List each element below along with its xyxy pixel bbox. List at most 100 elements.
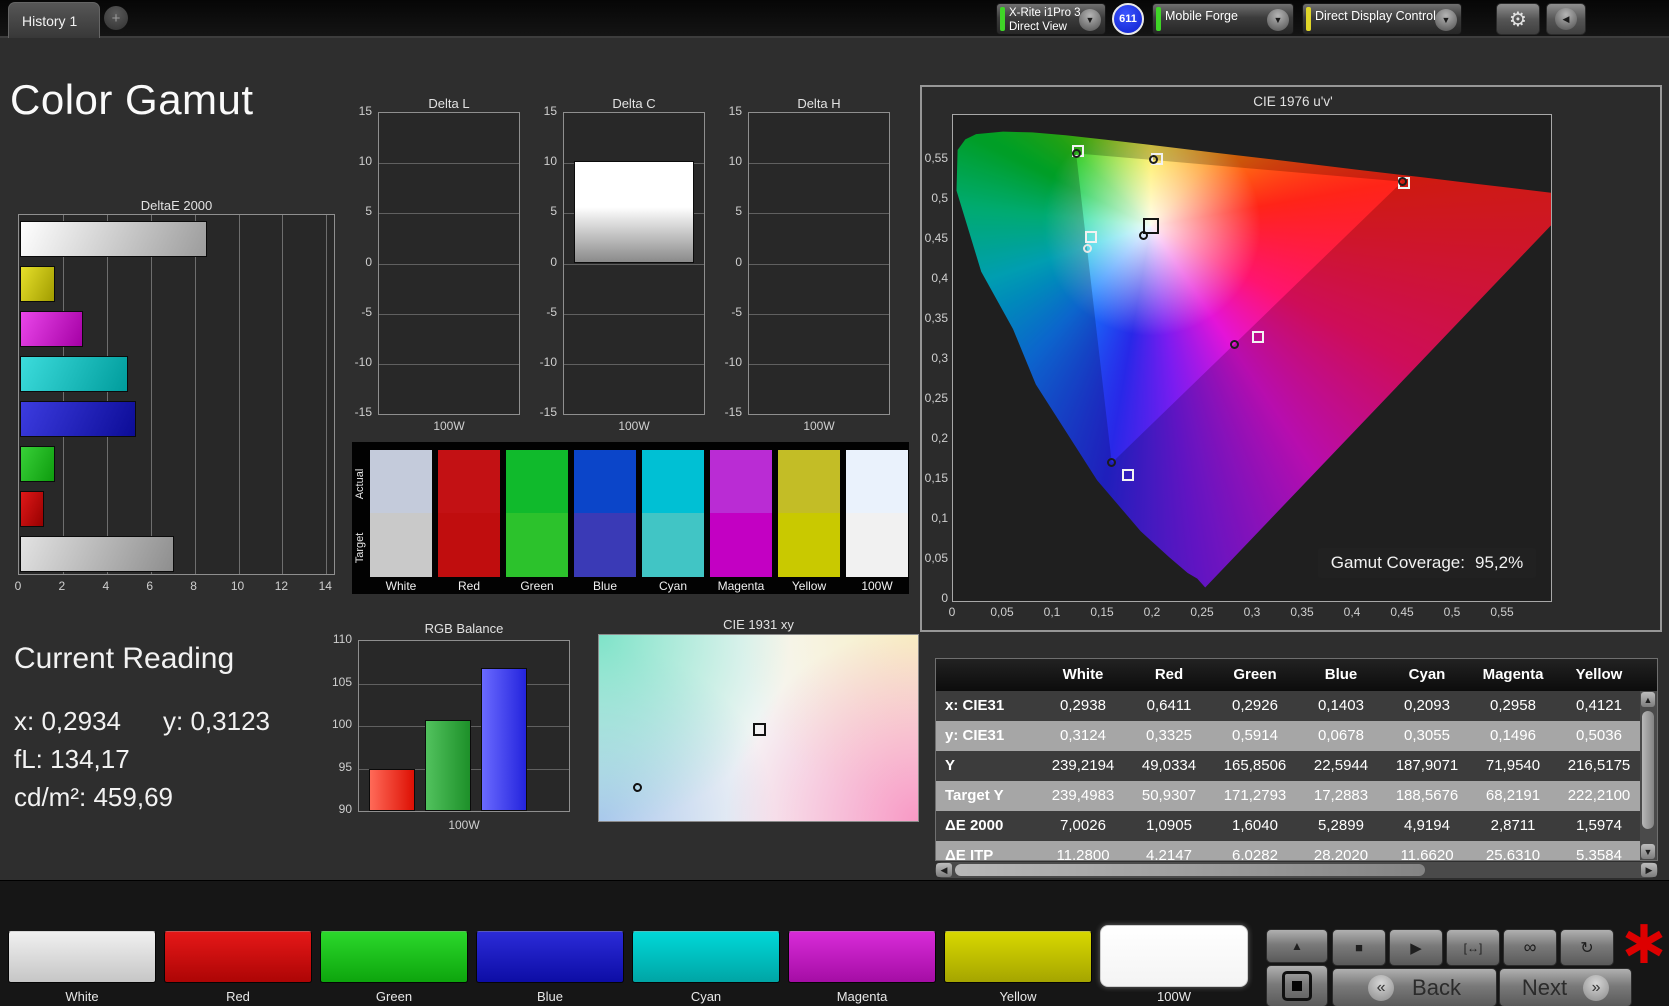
y-value: 0,3123 <box>190 706 270 736</box>
table-cell: 28,2020 <box>1298 841 1384 861</box>
next-button-label: Next <box>1522 975 1567 1001</box>
chevron-down-icon[interactable]: ▼ <box>1267 9 1289 31</box>
patch-button-magenta[interactable] <box>788 931 936 983</box>
deltae2000-chart-title: DeltaE 2000 <box>18 198 335 213</box>
deltae-gridline <box>326 215 327 574</box>
column-header-green: Green <box>1212 659 1298 691</box>
double-chevron-right-icon: » <box>1583 975 1609 1001</box>
add-tab-button[interactable]: + <box>104 6 128 30</box>
delta-x-label: 100W <box>563 419 705 433</box>
target-row-label: Target <box>354 520 366 576</box>
cie-x-tick: 0,35 <box>1282 605 1322 619</box>
table-cell: 71,9540 <box>1470 751 1556 781</box>
delta-gridline <box>564 364 704 365</box>
cie-y-tick: 0,05 <box>922 551 948 565</box>
table-cell: 0,3055 <box>1384 721 1470 751</box>
table-cell: 1,5974 <box>1556 811 1642 841</box>
table-cell: 0,3124 <box>1040 721 1126 751</box>
delta-gridline <box>749 364 889 365</box>
table-cell: 0,5914 <box>1212 721 1298 751</box>
delta-y-tick: -15 <box>706 405 742 419</box>
current-reading-y: y: 0,3123 <box>163 706 270 737</box>
interval-button[interactable]: [↔] <box>1446 929 1500 966</box>
continuous-read-button[interactable]: ∞ <box>1503 929 1557 966</box>
settings-gear-button[interactable]: ⚙ <box>1496 3 1540 35</box>
deltae-bar-blue <box>20 401 136 437</box>
row-label: Target Y <box>936 781 1040 811</box>
horizontal-scroll-thumb[interactable] <box>955 864 1425 876</box>
fl-value: 134,17 <box>50 744 130 774</box>
table-cell: 0,3325 <box>1126 721 1212 751</box>
scroll-right-button[interactable]: ▶ <box>1641 863 1657 877</box>
delta-y-tick: -10 <box>336 355 372 369</box>
chevron-down-icon[interactable]: ▼ <box>1435 9 1457 31</box>
cie-x-tick: 0,4 <box>1332 605 1372 619</box>
collapse-panel-button[interactable]: ◀ <box>1546 3 1586 35</box>
measurement-table: WhiteRedGreenBlueCyanMagentaYellowx: CIE… <box>935 658 1658 861</box>
table-vertical-scrollbar[interactable]: ▲▼ <box>1640 691 1657 860</box>
deltae-gridline <box>282 215 283 574</box>
scroll-down-button[interactable]: ▼ <box>1641 844 1655 859</box>
workflow-dropdown[interactable]: Direct Display Control ▼ <box>1302 3 1462 35</box>
target-swatch-white <box>370 513 432 577</box>
stop-button[interactable]: ■ <box>1332 929 1386 966</box>
cie-y-tick: 0,45 <box>922 231 948 245</box>
delta-y-tick: 15 <box>706 104 742 118</box>
next-button[interactable]: Next » <box>1499 968 1632 1006</box>
delta-y-tick: 0 <box>521 255 557 269</box>
window-size-button[interactable] <box>1266 965 1328 1006</box>
rgb-balance-x-label: 100W <box>358 818 570 832</box>
delta-y-tick: 10 <box>336 154 372 168</box>
patch-button-red[interactable] <box>164 931 312 983</box>
delta-y-tick: 0 <box>336 255 372 269</box>
loop-icon: ↻ <box>1580 938 1593 958</box>
table-cell: 0,1403 <box>1298 691 1384 721</box>
swatch-column-label: White <box>370 579 432 593</box>
patch-button-white[interactable] <box>8 931 156 983</box>
patch-button-yellow[interactable] <box>944 931 1092 983</box>
scroll-left-button[interactable]: ◀ <box>936 863 952 877</box>
delta-gridline <box>564 264 704 265</box>
vertical-scroll-thumb[interactable] <box>1642 711 1654 829</box>
row-label: x: CIE31 <box>936 691 1040 721</box>
actual-target-swatch-panel: Actual Target WhiteRedGreenBlueCyanMagen… <box>352 442 909 594</box>
cie-x-tick: 0,3 <box>1232 605 1272 619</box>
patch-list-up-button[interactable]: ▲ <box>1266 929 1328 963</box>
target-marker-magenta <box>1252 331 1264 343</box>
table-cell: 165,8506 <box>1212 751 1298 781</box>
workflow-status-bar <box>1306 7 1311 31</box>
play-button[interactable]: ▶ <box>1389 929 1443 966</box>
patch-button-blue[interactable] <box>476 931 624 983</box>
deltae-x-tick: 4 <box>94 579 118 593</box>
scroll-up-button[interactable]: ▲ <box>1641 692 1655 707</box>
cie-y-tick: 0,4 <box>922 271 948 285</box>
tab-history-1[interactable]: History 1 <box>8 2 100 38</box>
delta-y-tick: -10 <box>521 355 557 369</box>
table-row: x: CIE310,29380,64110,29260,14030,20930,… <box>936 691 1657 721</box>
rgb-y-tick: 105 <box>318 675 352 689</box>
table-cell: 6,0282 <box>1212 841 1298 861</box>
back-button[interactable]: « Back <box>1332 968 1497 1006</box>
source-dropdown[interactable]: Mobile Forge ▼ <box>1152 3 1294 35</box>
patch-button-green[interactable] <box>320 931 468 983</box>
patch-button-100w[interactable] <box>1100 925 1248 987</box>
deltae-x-tick: 12 <box>269 579 293 593</box>
patch-button-cyan[interactable] <box>632 931 780 983</box>
gear-icon: ⚙ <box>1509 7 1527 32</box>
swatch-column-label: Yellow <box>778 579 840 593</box>
patch-label-white: White <box>8 989 156 1004</box>
target-swatch-green <box>506 513 568 577</box>
cie-x-tick: 0,5 <box>1432 605 1472 619</box>
delta-chart-title: Delta L <box>378 96 520 111</box>
table-horizontal-scrollbar[interactable]: ◀ ▶ <box>935 862 1658 878</box>
delta-chart-title: Delta H <box>748 96 890 111</box>
rgb-y-tick: 110 <box>318 632 352 646</box>
loop-button[interactable]: ↻ <box>1560 929 1614 966</box>
play-icon: ▶ <box>1410 939 1422 957</box>
delta-y-tick: 0 <box>706 255 742 269</box>
chevron-down-icon[interactable]: ▼ <box>1079 9 1101 31</box>
table-cell: 239,2194 <box>1040 751 1126 781</box>
table-cell: 239,4983 <box>1040 781 1126 811</box>
meter-dropdown[interactable]: X-Rite i1Pro 3 Direct View ▼ <box>996 3 1106 35</box>
delta-gridline <box>379 163 519 164</box>
